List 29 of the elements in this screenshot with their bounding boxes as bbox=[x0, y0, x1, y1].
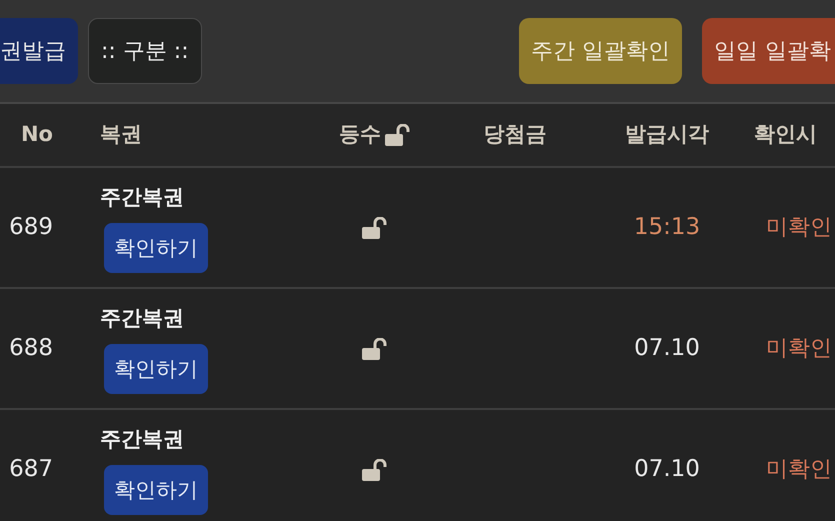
check-status: 미확인 bbox=[766, 456, 832, 484]
issue-time: 07.10 bbox=[634, 334, 700, 364]
unlocked-padlock-icon bbox=[385, 124, 411, 146]
column-header: No bbox=[20, 121, 53, 148]
ticket-name: 주간복권 bbox=[100, 184, 184, 211]
unlocked-padlock-icon bbox=[362, 338, 388, 360]
check-status: 미확인 bbox=[766, 214, 832, 242]
unlocked-padlock-icon bbox=[362, 216, 388, 238]
column-header: 확인시 bbox=[754, 121, 817, 148]
toolbar-button[interactable]: 일일 일괄확 bbox=[702, 18, 835, 84]
issue-time: 07.10 bbox=[634, 455, 700, 484]
toolbar-button[interactable]: 권발급 bbox=[0, 18, 78, 84]
toolbar-button[interactable]: 주간 일괄확인 bbox=[519, 18, 682, 84]
column-header: 복권 bbox=[100, 121, 142, 148]
ticket-name: 주간복권 bbox=[100, 304, 184, 332]
ticket-number: 688 bbox=[9, 334, 53, 364]
check-button[interactable]: 확인하기 bbox=[104, 465, 208, 516]
toolbar-button[interactable]: :: 구분 :: bbox=[88, 18, 202, 84]
check-button[interactable]: 확인하기 bbox=[104, 223, 208, 274]
check-status: 미확인 bbox=[766, 335, 832, 363]
column-header: 당첨금 bbox=[484, 121, 546, 148]
check-button[interactable]: 확인하기 bbox=[104, 344, 208, 394]
ticket-number: 689 bbox=[9, 213, 53, 242]
unlocked-padlock-icon bbox=[362, 458, 388, 480]
issue-time: 15:13 bbox=[634, 213, 700, 242]
column-header: 발급시각 bbox=[625, 121, 709, 148]
column-header: 등수 bbox=[339, 121, 381, 148]
ticket-name: 주간복권 bbox=[100, 426, 184, 453]
ticket-number: 687 bbox=[9, 455, 53, 484]
